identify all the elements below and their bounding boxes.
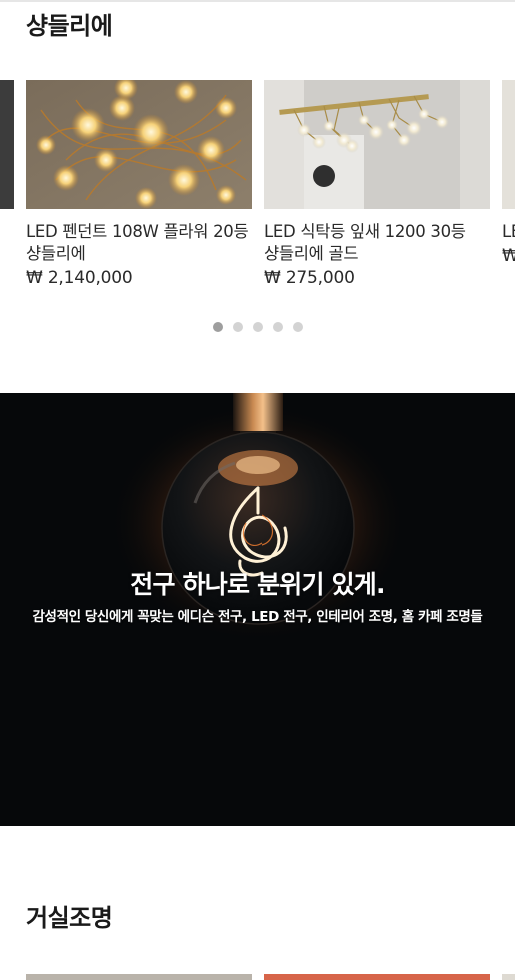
hero-banner[interactable]: 전구 하나로 분위기 있게. 감성적인 당신에게 꼭맞는 에디슨 전구, LED… [0, 393, 515, 826]
product-card[interactable]: LED 식탁등 잎새 1200 30등 샹들리에 골드 ₩ 275,000 [264, 80, 490, 288]
product-image[interactable] [264, 974, 490, 980]
product-price: ₩ [502, 246, 515, 266]
product-image[interactable] [26, 974, 252, 980]
chandelier-carousel[interactable]: LED 펜던트 108W 플라워 20등 샹들리에 ₩ 2,140,000 LE… [0, 80, 515, 310]
product-image[interactable] [0, 80, 14, 209]
carousel-pagination [213, 322, 303, 332]
pagination-dot-4[interactable] [273, 322, 283, 332]
product-image[interactable] [502, 974, 515, 980]
product-name[interactable]: LED 펜던트 108W 플라워 20등 샹들리에 [26, 221, 252, 265]
product-name[interactable]: LE 등 [502, 221, 515, 243]
top-divider [0, 0, 515, 2]
section-title-living-room: 거실조명 [26, 904, 113, 932]
banner-headline: 전구 하나로 분위기 있게. [130, 570, 385, 599]
product-image[interactable] [26, 80, 252, 209]
product-price: ₩ 275,000 [264, 268, 355, 288]
product-card[interactable]: LED 펜던트 108W 플라워 20등 샹들리에 ₩ 2,140,000 [26, 80, 252, 288]
product-card-next[interactable]: LE 등 ₩ [502, 80, 515, 266]
product-image[interactable] [264, 80, 490, 209]
product-name[interactable]: LED 식탁등 잎새 1200 30등 샹들리에 골드 [264, 221, 490, 265]
pagination-dot-5[interactable] [293, 322, 303, 332]
pagination-dot-3[interactable] [253, 322, 263, 332]
pagination-dot-1[interactable] [213, 322, 223, 332]
product-card-previous[interactable] [0, 80, 14, 221]
product-image[interactable] [502, 80, 515, 209]
product-price: ₩ 2,140,000 [26, 268, 133, 288]
living-room-carousel[interactable] [0, 974, 515, 980]
banner-subtext: 감성적인 당신에게 꼭맞는 에디슨 전구, LED 전구, 인테리어 조명, 홈… [32, 609, 483, 625]
pagination-dot-2[interactable] [233, 322, 243, 332]
section-title-chandelier: 샹들리에 [26, 12, 113, 40]
